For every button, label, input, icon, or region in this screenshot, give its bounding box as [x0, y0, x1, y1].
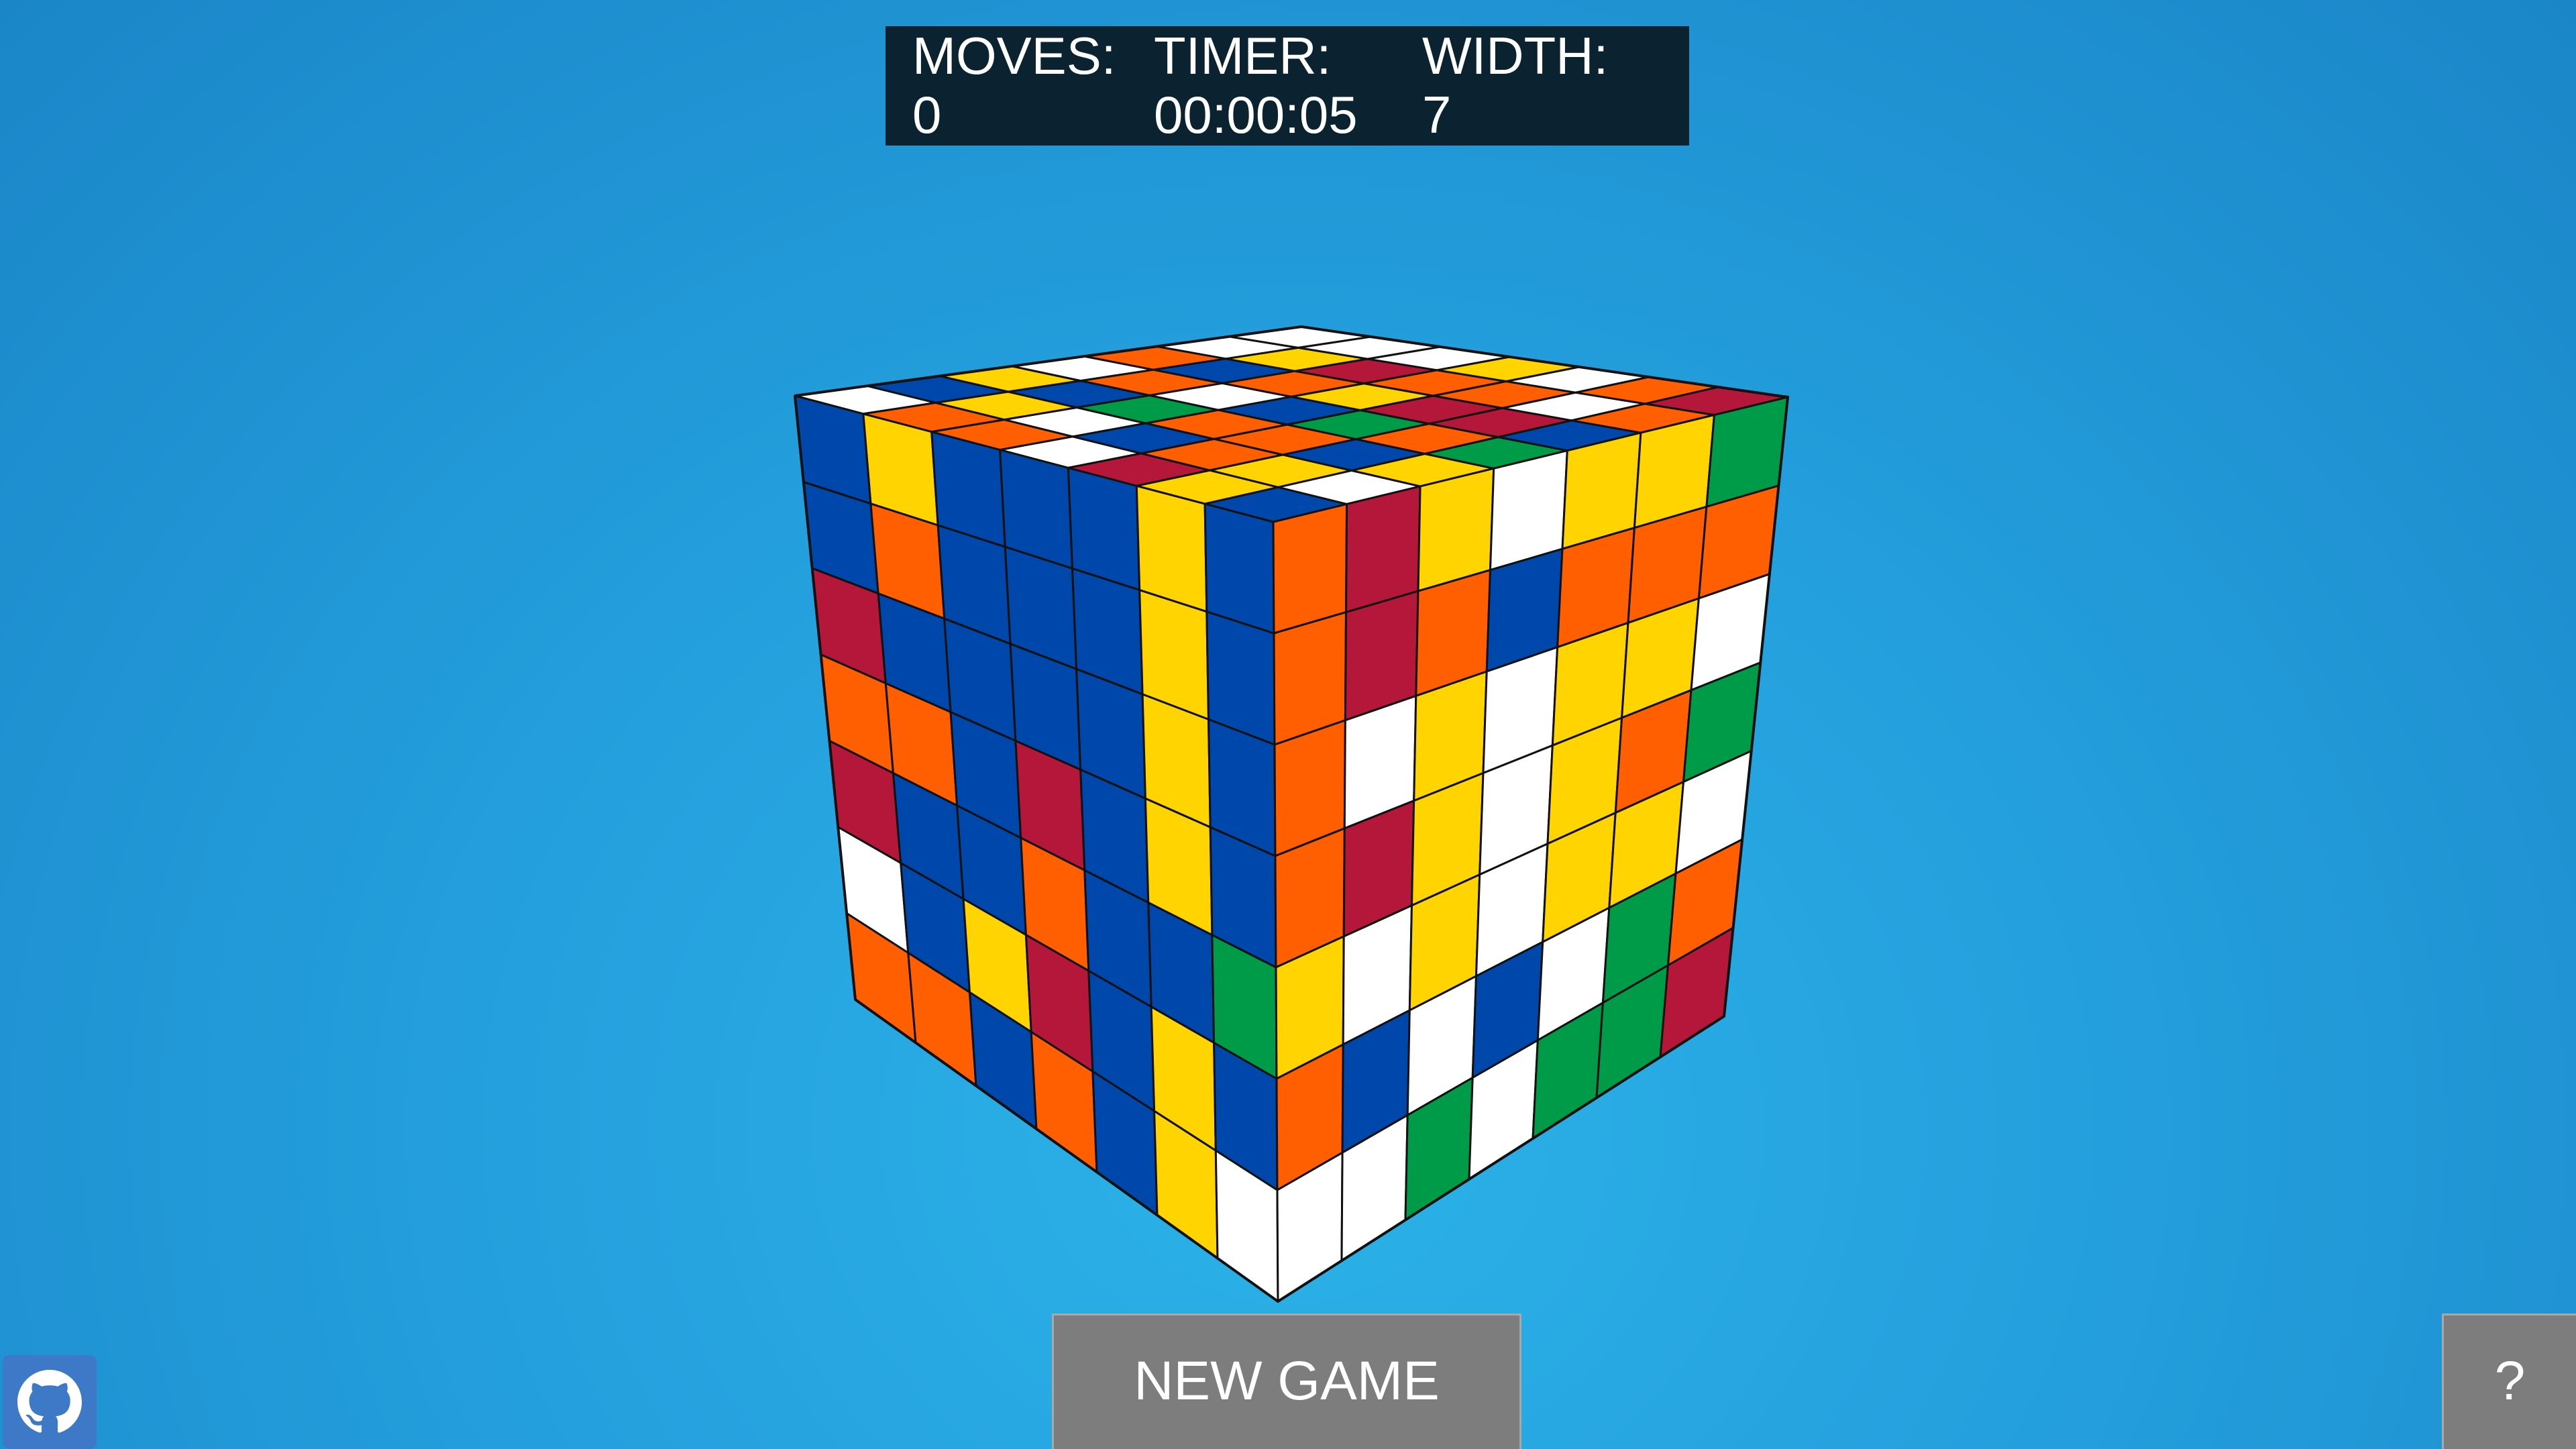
- new-game-button[interactable]: NEW GAME: [1052, 1313, 1521, 1449]
- github-link[interactable]: [3, 1355, 97, 1449]
- help-button[interactable]: ?: [2442, 1313, 2576, 1449]
- left-face[interactable]: [794, 394, 1279, 1303]
- cube-viewport: [0, 0, 2576, 1449]
- sticker[interactable]: [1272, 502, 1348, 635]
- rubiks-cube[interactable]: [0, 0, 2576, 1449]
- github-icon: [17, 1370, 82, 1433]
- right-face[interactable]: [1272, 396, 1789, 1303]
